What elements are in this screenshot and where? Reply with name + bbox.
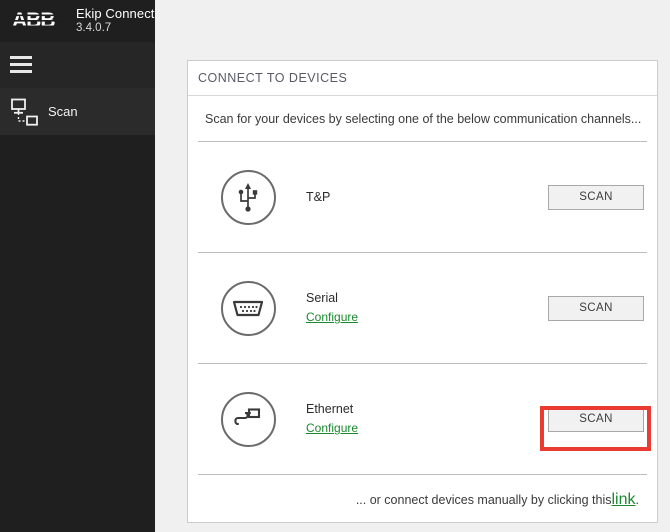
footer-row: ... or connect devices manually by click… <box>198 475 647 525</box>
app-title: Ekip Connect <box>76 7 155 22</box>
channel-name: Ethernet <box>306 401 358 418</box>
abb-logo: ABB <box>8 8 70 34</box>
network-scan-icon <box>5 98 45 126</box>
channel-row-serial: Serial Configure SCAN <box>198 253 647 363</box>
serial-port-icon <box>221 281 276 336</box>
connect-to-devices-panel: CONNECT TO DEVICES Scan for your devices… <box>187 60 658 523</box>
intro-text: Scan for your devices by selecting one o… <box>205 112 641 126</box>
channel-row-ethernet: Ethernet Configure SCAN <box>198 364 647 474</box>
hamburger-line <box>10 56 32 59</box>
channel-icon-wrap <box>216 392 280 447</box>
footer-text-before: ... or connect devices manually by click… <box>356 493 612 507</box>
sidebar-item-scan[interactable]: Scan <box>0 88 155 135</box>
configure-link-ethernet[interactable]: Configure <box>306 420 358 437</box>
ethernet-plug-icon <box>221 392 276 447</box>
channel-name: Serial <box>306 290 358 307</box>
hamburger-menu-icon[interactable] <box>10 56 32 73</box>
channel-row-tp: T&P SCAN <box>198 142 647 252</box>
main-content: CONNECT TO DEVICES Scan for your devices… <box>155 0 670 532</box>
sidebar-item-label: Scan <box>48 104 78 119</box>
brand-row: ABB Ekip Connect 3.4.0.7 <box>0 0 155 42</box>
intro-row: Scan for your devices by selecting one o… <box>198 96 647 141</box>
channel-icon-wrap <box>216 170 280 225</box>
app-version: 3.4.0.7 <box>76 22 155 35</box>
usb-icon <box>221 170 276 225</box>
scan-button-tp[interactable]: SCAN <box>548 185 644 210</box>
channel-icon-wrap <box>216 281 280 336</box>
panel-header: CONNECT TO DEVICES <box>188 61 657 96</box>
channel-labels: T&P <box>306 189 330 206</box>
manual-connect-link[interactable]: link <box>612 491 636 509</box>
scan-button-ethernet[interactable]: SCAN <box>548 407 644 432</box>
channel-labels: Serial Configure <box>306 290 358 326</box>
channel-name: T&P <box>306 189 330 206</box>
abb-logo-text: ABB <box>8 8 70 34</box>
configure-link-serial[interactable]: Configure <box>306 309 358 326</box>
hamburger-line <box>10 70 32 73</box>
brand-text: Ekip Connect 3.4.0.7 <box>76 6 155 35</box>
channel-labels: Ethernet Configure <box>306 401 358 437</box>
scan-button-serial[interactable]: SCAN <box>548 296 644 321</box>
panel-body: Scan for your devices by selecting one o… <box>188 96 657 525</box>
hamburger-line <box>10 63 32 66</box>
footer-text-after: . <box>636 493 639 507</box>
sidebar: ABB Ekip Connect 3.4.0.7 <box>0 0 155 532</box>
menu-bar <box>0 42 155 88</box>
panel-title: CONNECT TO DEVICES <box>198 71 347 85</box>
